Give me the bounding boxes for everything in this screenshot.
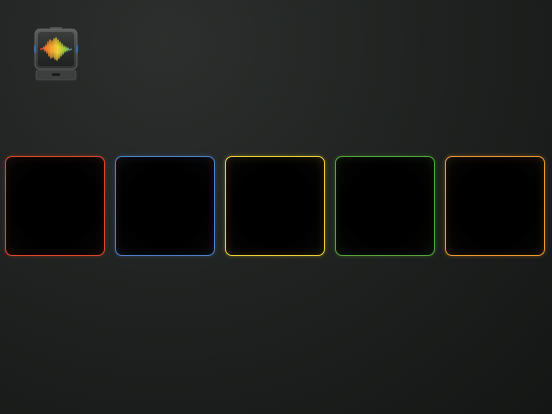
pad-blue[interactable] [115,156,215,256]
pad-green[interactable] [335,156,435,256]
pad-orange[interactable] [445,156,545,256]
pad-red[interactable] [5,156,105,256]
pad-yellow[interactable] [225,156,325,256]
color-pads-row [0,0,552,414]
